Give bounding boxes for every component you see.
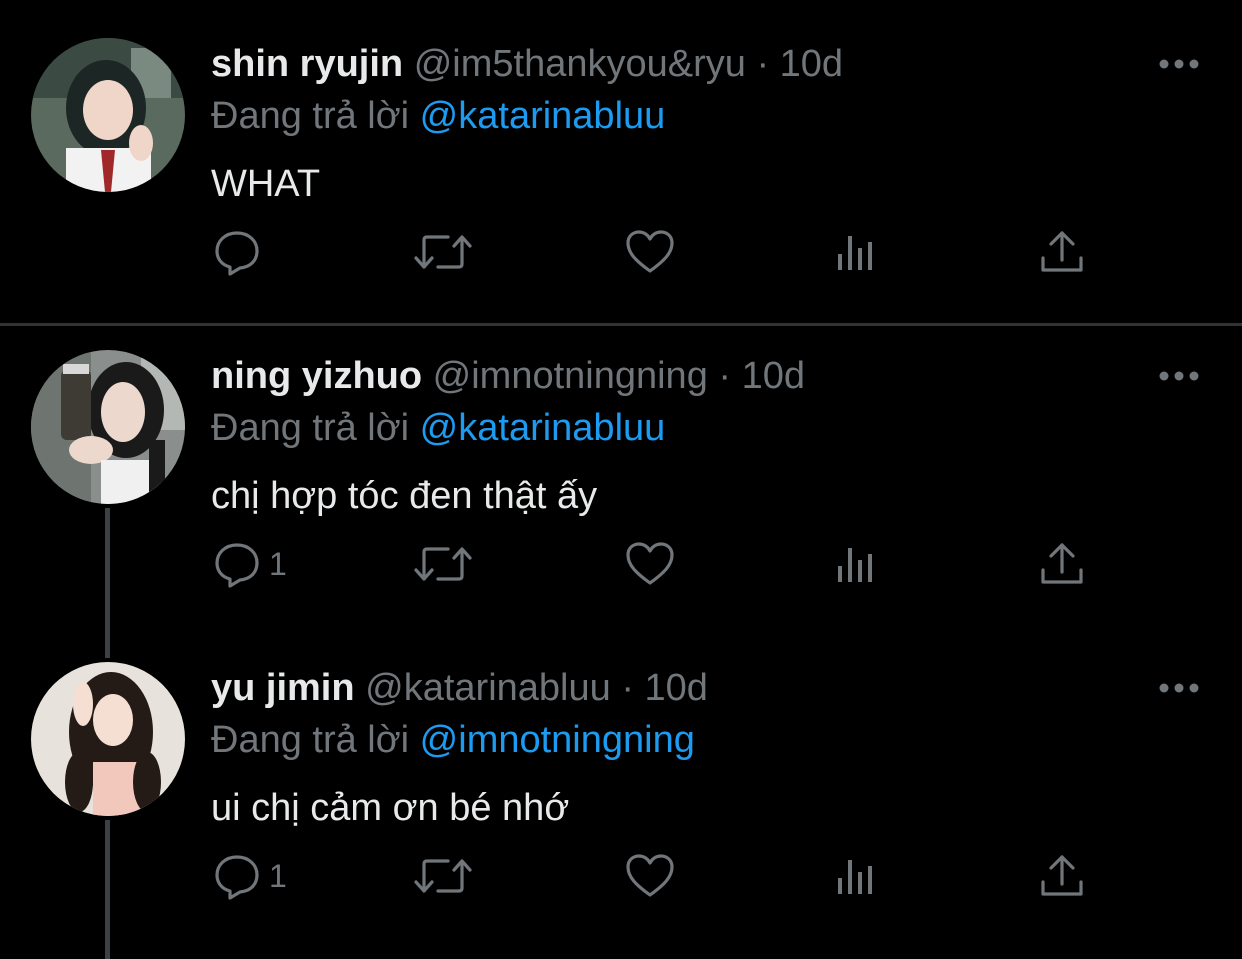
retweet-icon	[414, 547, 472, 581]
retweet-icon	[414, 235, 472, 269]
separator-dot: ·	[756, 43, 770, 85]
views-icon	[838, 236, 872, 270]
reply-mention-link[interactable]: @katarinabluu	[420, 95, 666, 137]
reply-count: 1	[269, 857, 287, 894]
tweet-header: yu jimin @katarinabluu · 10d	[211, 662, 708, 714]
reply-button[interactable]	[213, 222, 269, 282]
retweet-button[interactable]	[414, 222, 472, 282]
avatar[interactable]	[31, 350, 185, 504]
like-button[interactable]	[625, 534, 675, 594]
tweet-divider	[0, 323, 1242, 326]
avatar[interactable]	[31, 38, 185, 192]
more-options-button[interactable]	[1158, 368, 1200, 384]
user-handle[interactable]: @katarinabluu	[365, 667, 611, 709]
tweet-header: shin ryujin @im5thankyou&ryu · 10d	[211, 38, 843, 90]
like-button[interactable]	[625, 846, 675, 906]
reply-icon	[215, 231, 259, 276]
reply-context: Đang trả lời @imnotningning	[211, 716, 695, 764]
user-handle[interactable]: @imnotningning	[433, 355, 708, 397]
reply-prefix: Đang trả lời	[211, 719, 410, 761]
like-icon	[626, 230, 674, 273]
avatar-photo	[31, 350, 185, 504]
views-icon	[838, 860, 872, 894]
reply-count: 1	[269, 545, 287, 582]
reply-mention-link[interactable]: @katarinabluu	[420, 407, 666, 449]
reply-icon	[215, 855, 259, 900]
share-button[interactable]	[1039, 222, 1085, 282]
tweet[interactable]: shin ryujin @im5thankyou&ryu · 10d Đang …	[0, 38, 1242, 323]
views-icon	[838, 548, 872, 582]
reply-icon	[215, 543, 259, 588]
timestamp[interactable]: 10d	[780, 43, 843, 85]
share-icon	[1041, 543, 1083, 584]
like-button[interactable]	[625, 222, 675, 282]
tweet-header: ning yizhuo @imnotningning · 10d	[211, 350, 805, 402]
avatar-photo	[31, 38, 185, 192]
views-button[interactable]	[834, 846, 878, 906]
user-handle[interactable]: @im5thankyou&ryu	[414, 43, 746, 85]
tweet-actions: 1	[0, 846, 1242, 906]
display-name[interactable]: shin ryujin	[211, 43, 403, 85]
tweet-actions	[0, 222, 1242, 282]
more-icon	[1159, 371, 1199, 381]
reply-button[interactable]: 1	[213, 846, 287, 906]
timestamp[interactable]: 10d	[742, 355, 805, 397]
more-icon	[1159, 59, 1199, 69]
separator-dot: ·	[718, 355, 732, 397]
reply-context: Đang trả lời @katarinabluu	[211, 404, 665, 452]
retweet-icon	[414, 859, 472, 893]
share-icon	[1041, 855, 1083, 896]
tweet-text: WHAT	[211, 163, 321, 205]
views-button[interactable]	[834, 534, 878, 594]
reply-button[interactable]: 1	[213, 534, 287, 594]
share-icon	[1041, 231, 1083, 272]
separator-dot: ·	[621, 667, 634, 709]
tweet-actions: 1	[0, 534, 1242, 594]
tweet-text: ui chị cảm ơn bé nhớ	[211, 787, 570, 829]
avatar[interactable]	[31, 662, 185, 816]
more-options-button[interactable]	[1158, 56, 1200, 72]
timestamp[interactable]: 10d	[645, 667, 708, 709]
like-icon	[626, 542, 674, 585]
reply-prefix: Đang trả lời	[211, 95, 410, 137]
avatar-photo	[31, 662, 185, 816]
retweet-button[interactable]	[414, 534, 472, 594]
more-icon	[1159, 683, 1199, 693]
retweet-button[interactable]	[414, 846, 472, 906]
views-button[interactable]	[834, 222, 878, 282]
like-icon	[626, 854, 674, 897]
tweet-text: chị hợp tóc đen thật ấy	[211, 475, 598, 517]
display-name[interactable]: yu jimin	[211, 667, 355, 709]
reply-context: Đang trả lời @katarinabluu	[211, 92, 665, 140]
share-button[interactable]	[1039, 846, 1085, 906]
reply-prefix: Đang trả lời	[211, 407, 410, 449]
reply-mention-link[interactable]: @imnotningning	[420, 719, 695, 761]
tweet[interactable]: yu jimin @katarinabluu · 10d Đang trả lờ…	[0, 662, 1242, 959]
display-name[interactable]: ning yizhuo	[211, 355, 422, 397]
share-button[interactable]	[1039, 534, 1085, 594]
tweet[interactable]: ning yizhuo @imnotningning · 10d Đang tr…	[0, 350, 1242, 650]
more-options-button[interactable]	[1158, 680, 1200, 696]
